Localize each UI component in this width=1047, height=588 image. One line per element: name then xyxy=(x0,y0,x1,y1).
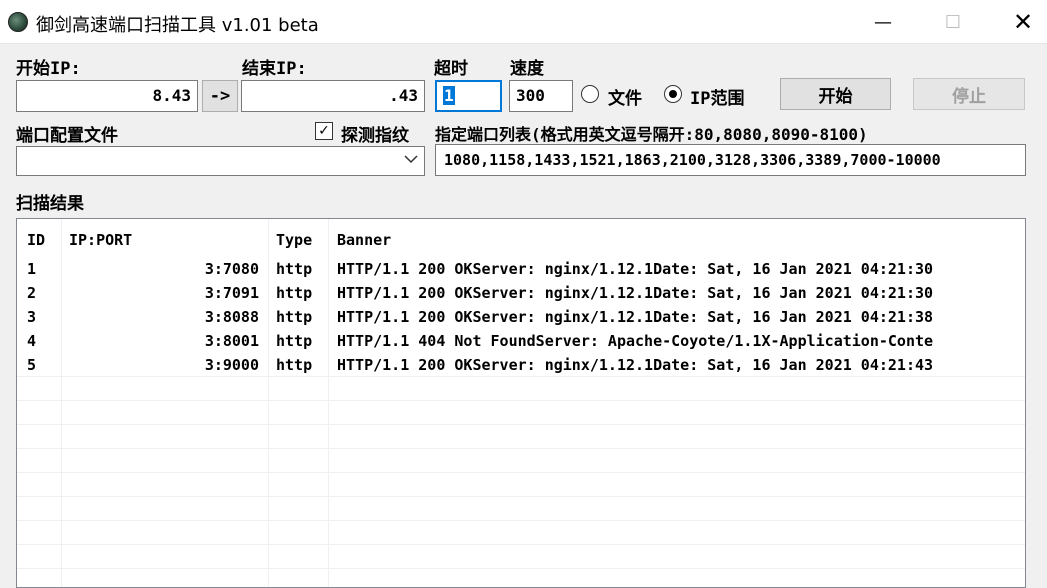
column-divider xyxy=(328,219,329,587)
port-config-select[interactable] xyxy=(16,146,425,176)
row-type: http xyxy=(276,284,313,302)
close-button[interactable]: ✕ xyxy=(1000,0,1046,44)
row-divider xyxy=(17,520,1025,521)
row-ip-port: 3:7080 xyxy=(204,260,259,278)
row-id: 1 xyxy=(27,260,37,278)
radio-file-label: 文件 xyxy=(608,89,642,109)
row-id: 4 xyxy=(27,332,37,350)
end-ip-label: 结束IP: xyxy=(242,59,307,79)
row-banner: HTTP/1.1 200 OKServer: nginx/1.12.1Date:… xyxy=(337,260,934,278)
check-icon: ✓ xyxy=(318,123,330,139)
row-banner: HTTP/1.1 200 OKServer: nginx/1.12.1Date:… xyxy=(337,284,934,302)
app-globe-icon xyxy=(8,12,28,32)
row-divider xyxy=(17,568,1025,569)
row-ip-port: 3:8088 xyxy=(204,308,259,326)
column-header-id[interactable]: ID xyxy=(27,231,45,249)
maximize-button[interactable]: ☐ xyxy=(930,0,976,44)
minimize-button[interactable]: — xyxy=(860,0,906,44)
port-list-label: 指定端口列表(格式用英文逗号隔开:80,8080,8090-8100) xyxy=(435,125,868,144)
radio-file[interactable] xyxy=(581,85,599,103)
minimize-icon: — xyxy=(874,11,892,33)
row-banner: HTTP/1.1 200 OKServer: nginx/1.12.1Date:… xyxy=(337,356,934,374)
port-list-input[interactable]: 1080,1158,1433,1521,1863,2100,3128,3306,… xyxy=(435,144,1026,176)
detect-fingerprint-label: 探测指纹 xyxy=(341,126,409,146)
row-banner: HTTP/1.1 200 OKServer: nginx/1.12.1Date:… xyxy=(337,308,934,326)
row-type: http xyxy=(276,308,313,326)
results-table[interactable]: ID IP:PORT Type Banner 1 3:7080 http HTT… xyxy=(16,218,1026,588)
row-type: http xyxy=(276,332,313,350)
port-config-label: 端口配置文件 xyxy=(16,126,118,146)
results-label: 扫描结果 xyxy=(16,194,84,214)
window-title: 御剑高速端口扫描工具 v1.01 beta xyxy=(36,15,319,36)
row-id: 3 xyxy=(27,308,37,326)
column-divider xyxy=(61,219,62,587)
detect-fingerprint-checkbox[interactable]: ✓ xyxy=(315,122,333,140)
row-type: http xyxy=(276,356,313,374)
row-divider xyxy=(17,496,1025,497)
row-ip-port: 3:9000 xyxy=(204,356,259,374)
row-divider xyxy=(17,448,1025,449)
column-divider xyxy=(268,219,269,587)
end-ip-input[interactable]: .43 xyxy=(241,80,425,112)
chevron-down-icon xyxy=(404,152,418,168)
close-icon: ✕ xyxy=(1012,8,1034,36)
column-header-ip-port[interactable]: IP:PORT xyxy=(69,231,132,249)
row-ip-port: 3:7091 xyxy=(204,284,259,302)
start-ip-input[interactable]: 8.43 xyxy=(16,80,198,112)
maximize-icon: ☐ xyxy=(944,11,962,33)
row-divider xyxy=(17,376,1025,377)
row-banner: HTTP/1.1 404 Not FoundServer: Apache-Coy… xyxy=(337,332,934,350)
row-divider xyxy=(17,400,1025,401)
start-scan-button[interactable]: 开始 xyxy=(780,78,891,110)
radio-ip-range[interactable] xyxy=(664,85,682,103)
row-divider xyxy=(17,472,1025,473)
timeout-label: 超时 xyxy=(434,59,468,79)
column-header-type[interactable]: Type xyxy=(276,231,312,249)
speed-input[interactable]: 300 xyxy=(509,80,573,112)
copy-ip-arrow-button[interactable]: -> xyxy=(202,80,238,112)
radio-ip-range-label: IP范围 xyxy=(690,89,745,109)
row-divider xyxy=(17,424,1025,425)
column-header-banner[interactable]: Banner xyxy=(337,231,391,249)
timeout-value: 1 xyxy=(443,86,455,105)
row-ip-port: 3:8001 xyxy=(204,332,259,350)
start-ip-label: 开始IP: xyxy=(16,59,81,79)
speed-label: 速度 xyxy=(510,59,544,79)
timeout-input[interactable]: 1 xyxy=(435,80,502,112)
row-type: http xyxy=(276,260,313,278)
row-id: 2 xyxy=(27,284,37,302)
title-bar: 御剑高速端口扫描工具 v1.01 beta — ☐ ✕ xyxy=(0,0,1047,44)
stop-scan-button[interactable]: 停止 xyxy=(913,78,1025,110)
row-id: 5 xyxy=(27,356,37,374)
row-divider xyxy=(17,544,1025,545)
